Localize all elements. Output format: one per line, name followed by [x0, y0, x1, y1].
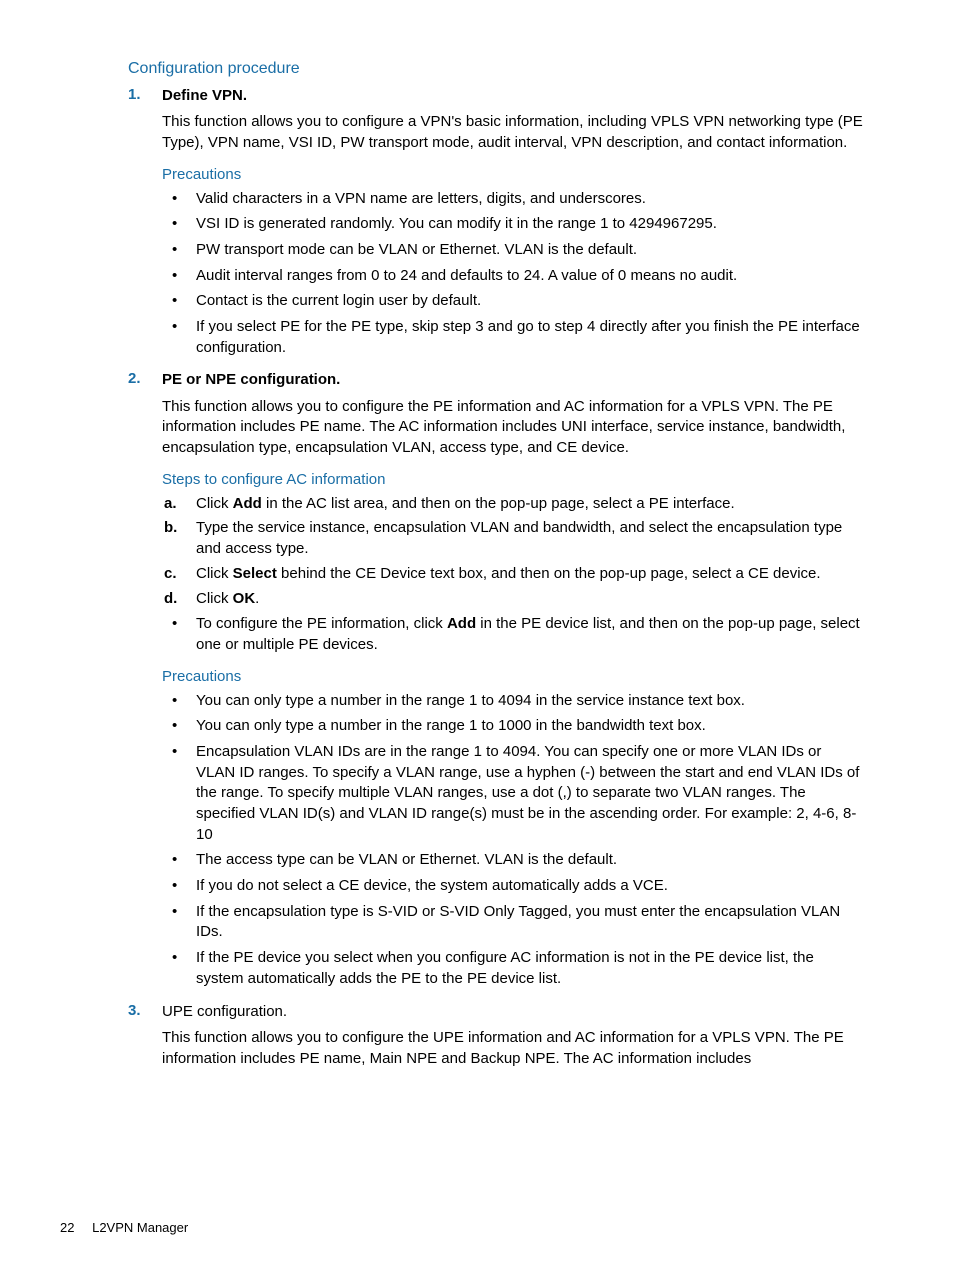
step-title: UPE configuration.: [162, 1002, 864, 1023]
step-body: This function allows you to configure a …: [162, 112, 864, 153]
list-item: You can only type a number in the range …: [162, 716, 864, 737]
item-letter: a.: [164, 494, 177, 515]
list-item: If the encapsulation type is S-VID or S-…: [162, 902, 864, 943]
list-item: a.Click Add in the AC list area, and the…: [162, 494, 864, 515]
section-heading: Configuration procedure: [128, 60, 864, 78]
list-item: PW transport mode can be VLAN or Etherne…: [162, 240, 864, 261]
step-item: 3. UPE configuration. This function allows…: [128, 1002, 864, 1070]
list-item: Encapsulation VLAN IDs are in the range …: [162, 742, 864, 845]
footer-title: L2VPN Manager: [92, 1220, 188, 1235]
list-item: The access type can be VLAN or Ethernet.…: [162, 850, 864, 871]
ordered-steps: 1. Define VPN. This function allows you to…: [128, 86, 864, 1070]
list-item: If you do not select a CE device, the sy…: [162, 876, 864, 897]
step-number: 1.: [128, 86, 141, 103]
step-number: 3.: [128, 1002, 141, 1019]
list-item: c.Click Select behind the CE Device text…: [162, 564, 864, 585]
step-title: Define VPN.: [162, 86, 864, 106]
list-item: If the PE device you select when you con…: [162, 948, 864, 989]
step-title: PE or NPE configuration.: [162, 370, 864, 390]
list-item: If you select PE for the PE type, skip s…: [162, 317, 864, 358]
list-item: Valid characters in a VPN name are lette…: [162, 189, 864, 210]
bold-text: Add: [233, 495, 262, 512]
step-item: 2. PE or NPE configuration. This function …: [128, 370, 864, 989]
subsection-heading: Precautions: [162, 166, 864, 183]
list-item: d.Click OK.: [162, 589, 864, 610]
list-item: b.Type the service instance, encapsulati…: [162, 518, 864, 559]
item-letter: c.: [164, 564, 177, 585]
step-item: 1. Define VPN. This function allows you to…: [128, 86, 864, 358]
bullet-list: Valid characters in a VPN name are lette…: [162, 189, 864, 359]
step-body: This function allows you to configure th…: [162, 397, 864, 459]
list-item: You can only type a number in the range …: [162, 691, 864, 712]
lettered-list: a.Click Add in the AC list area, and the…: [162, 494, 864, 609]
item-letter: d.: [164, 589, 177, 610]
bullet-list: You can only type a number in the range …: [162, 691, 864, 990]
subsection-heading: Precautions: [162, 668, 864, 685]
step-number: 2.: [128, 370, 141, 387]
bold-text: Select: [233, 565, 277, 582]
bullet-list: To configure the PE information, click A…: [162, 614, 864, 655]
list-item: VSI ID is generated randomly. You can mo…: [162, 214, 864, 235]
bold-text: Add: [447, 615, 476, 632]
item-letter: b.: [164, 518, 177, 539]
content-area: Configuration procedure 1. Define VPN. Thi…: [128, 60, 864, 1070]
list-item: Contact is the current login user by def…: [162, 291, 864, 312]
document-page: Configuration procedure 1. Define VPN. Thi…: [0, 0, 954, 1271]
subsection-heading: Steps to configure AC information: [162, 471, 864, 488]
page-footer: 22 L2VPN Manager: [60, 1220, 188, 1235]
list-item: To configure the PE information, click A…: [162, 614, 864, 655]
step-body: This function allows you to configure th…: [162, 1028, 864, 1069]
bold-text: OK: [233, 590, 256, 607]
list-item: Audit interval ranges from 0 to 24 and d…: [162, 266, 864, 287]
page-number: 22: [60, 1220, 74, 1235]
